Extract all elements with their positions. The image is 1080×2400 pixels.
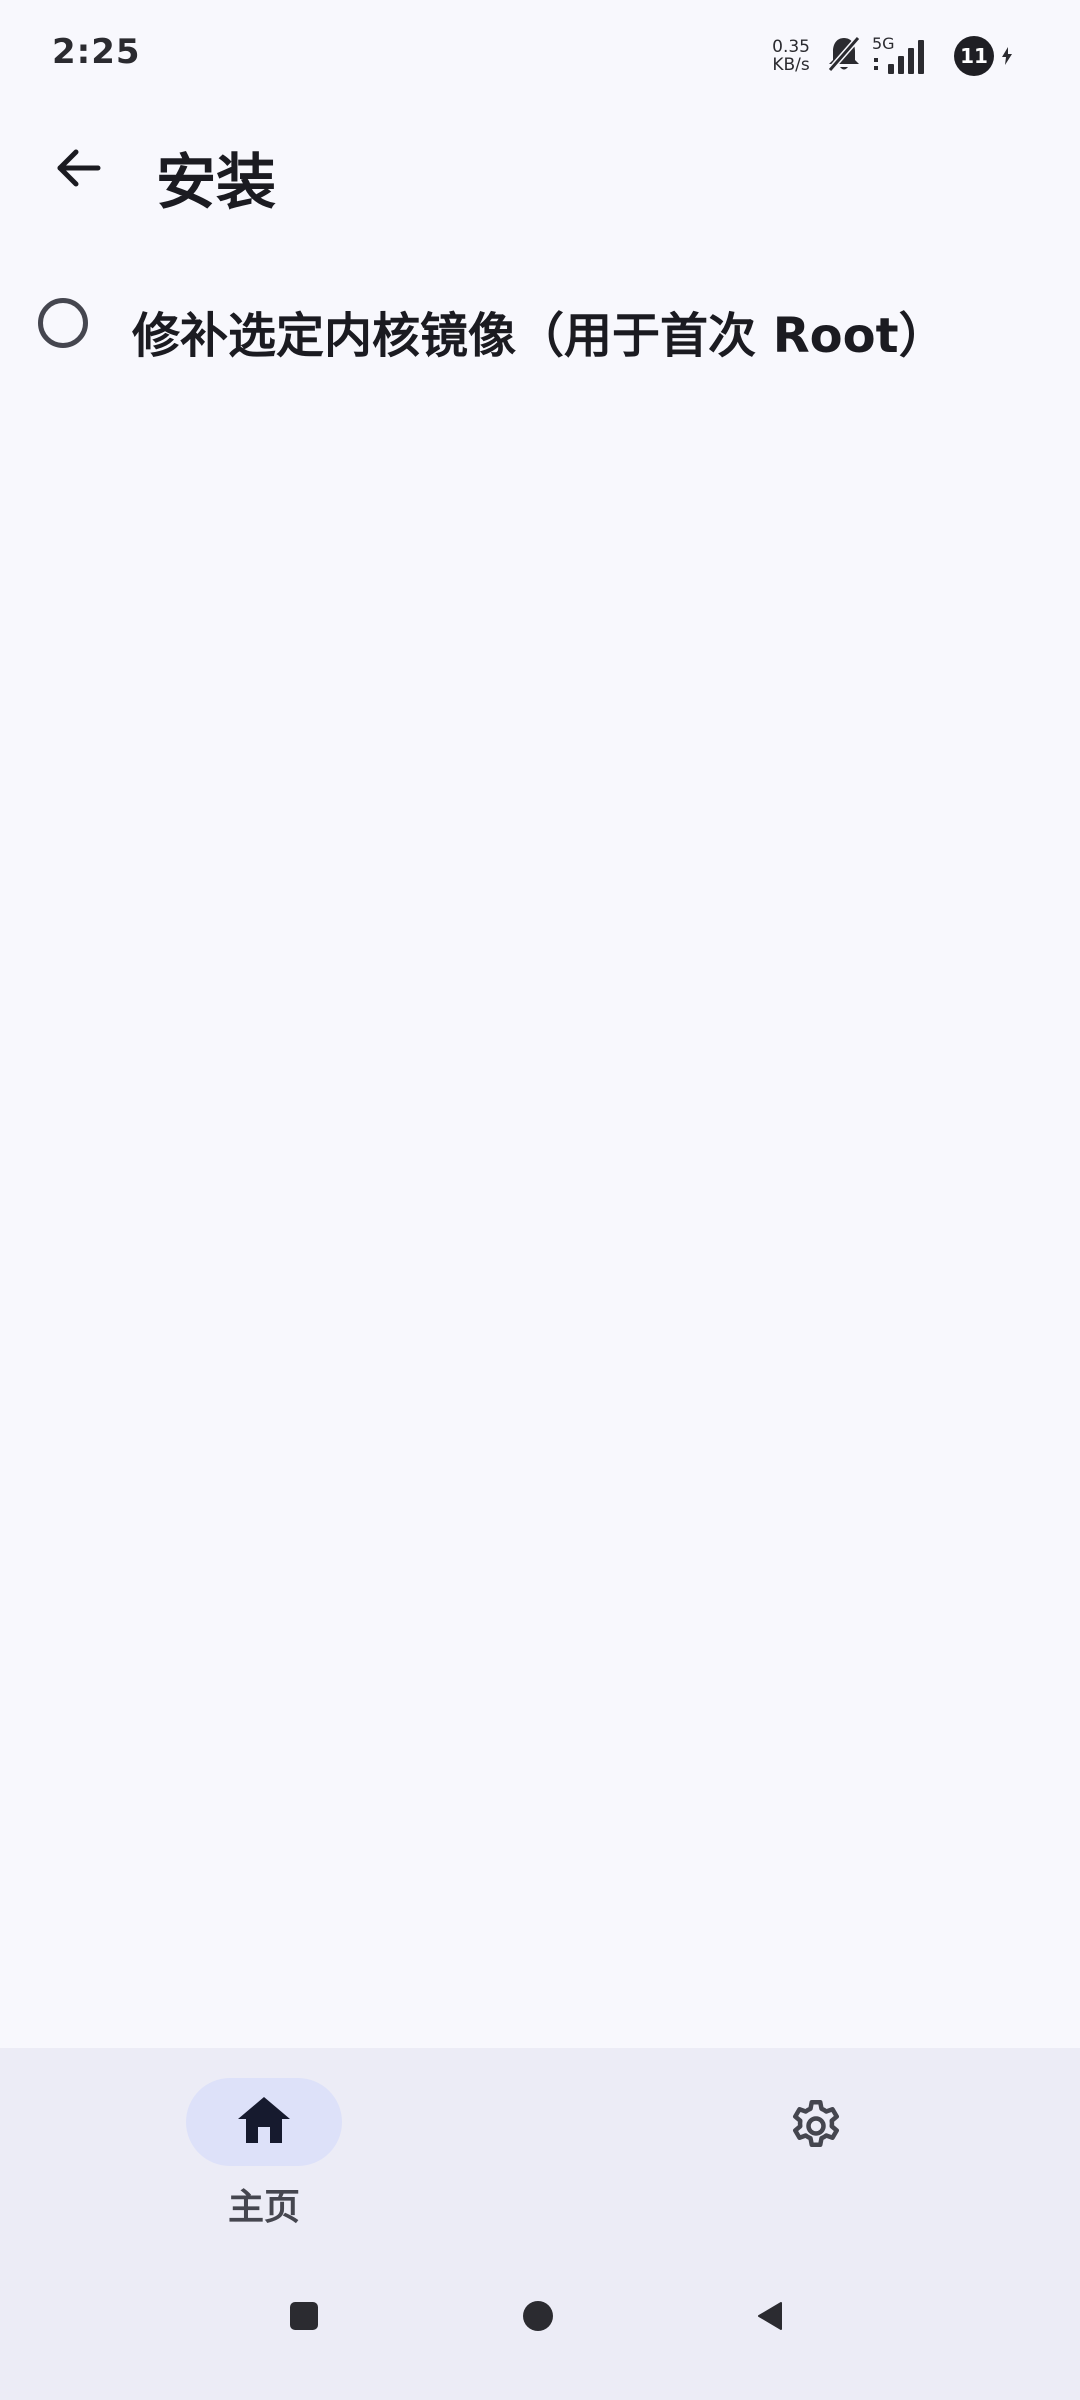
system-home-button[interactable] (508, 2288, 568, 2348)
back-button[interactable] (40, 132, 116, 208)
status-time: 2:25 (52, 32, 141, 72)
net-speed-unit: KB/s (772, 55, 810, 75)
nav-item-settings[interactable] (746, 2068, 886, 2188)
nav-label-home: 主页 (227, 2187, 300, 2228)
recents-button[interactable] (274, 2288, 334, 2348)
arrow-left-icon (52, 142, 104, 198)
charging-icon (1002, 47, 1012, 65)
system-navigation-bar (0, 2250, 1080, 2400)
net-speed-value: 0.35 (772, 37, 810, 57)
home-icon (236, 2095, 292, 2149)
status-bar: 2:25 0.35 KB/s 5G 11 (0, 0, 1080, 110)
system-back-button[interactable] (740, 2288, 800, 2348)
top-app-bar: 安装 (0, 110, 1080, 240)
option-label: 修补选定内核镜像（用于首次 Root） (132, 308, 947, 364)
status-icons: 0.35 KB/s 5G 11 (772, 34, 1012, 78)
signal-indicator: 5G (872, 34, 932, 78)
network-speed: 0.35 KB/s (772, 38, 810, 74)
nav-active-indicator (186, 2078, 342, 2166)
recents-icon (289, 2301, 319, 2335)
battery-icon: 11 (954, 36, 994, 76)
option-patch-kernel-image[interactable]: 修补选定内核镜像（用于首次 Root） (0, 270, 1080, 386)
muted-bell-icon (826, 34, 862, 78)
page-title: 安装 (156, 148, 276, 218)
battery-level: 11 (960, 44, 988, 68)
home-circle-icon (522, 2300, 554, 2336)
back-triangle-icon (755, 2301, 785, 2335)
nav-item-home[interactable]: 主页 (186, 2078, 342, 2228)
bottom-navigation: 主页 (0, 2048, 1080, 2400)
radio-button[interactable] (38, 298, 88, 348)
gear-icon (786, 2096, 846, 2160)
